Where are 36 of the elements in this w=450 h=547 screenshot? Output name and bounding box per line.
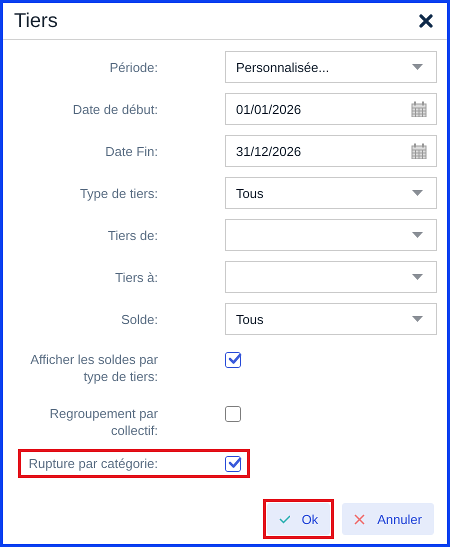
field-label: Rupture par catégorie:	[28, 455, 158, 472]
caret-icon	[412, 232, 423, 238]
close-icon	[419, 14, 433, 28]
checkbox[interactable]	[225, 352, 241, 368]
calendar-icon	[411, 143, 427, 159]
caret-icon	[412, 190, 423, 196]
cross-icon	[354, 514, 366, 524]
checkbox[interactable]	[225, 456, 241, 472]
close-button[interactable]	[419, 14, 433, 28]
field-label: Tiers de:	[106, 226, 158, 244]
date-field[interactable]: 31/12/2026	[225, 135, 437, 167]
field-label: Tiers à:	[114, 268, 158, 286]
field-label: Type de tiers:	[78, 184, 158, 202]
dropdown-field[interactable]: Tous	[225, 177, 437, 209]
caret-icon	[412, 274, 423, 280]
ok-button[interactable]: Ok	[266, 503, 330, 535]
calendar-icon	[411, 101, 427, 117]
window-title: Tiers	[14, 10, 58, 32]
field-label: Regroupement par collectif:	[48, 405, 158, 439]
cancel-button[interactable]: Annuler	[342, 503, 434, 535]
field-label: Solde:	[120, 310, 158, 328]
check-icon	[227, 455, 242, 470]
check-icon	[278, 514, 290, 524]
field-label: Afficher les soldes par type de tiers:	[29, 351, 158, 385]
caret-icon	[412, 64, 423, 70]
field-label: Période:	[108, 58, 158, 76]
dropdown-field[interactable]: Tous	[225, 303, 437, 335]
field-label: Date Fin:	[104, 142, 158, 160]
checkbox[interactable]	[225, 406, 241, 422]
check-icon	[227, 351, 242, 366]
dropdown-field[interactable]	[225, 219, 437, 251]
caret-icon	[412, 316, 423, 322]
dropdown-field[interactable]	[225, 261, 437, 293]
date-field[interactable]: 01/01/2026	[225, 93, 437, 125]
field-label: Date de début:	[72, 100, 158, 118]
dropdown-field[interactable]: Personnalisée...	[225, 51, 437, 83]
